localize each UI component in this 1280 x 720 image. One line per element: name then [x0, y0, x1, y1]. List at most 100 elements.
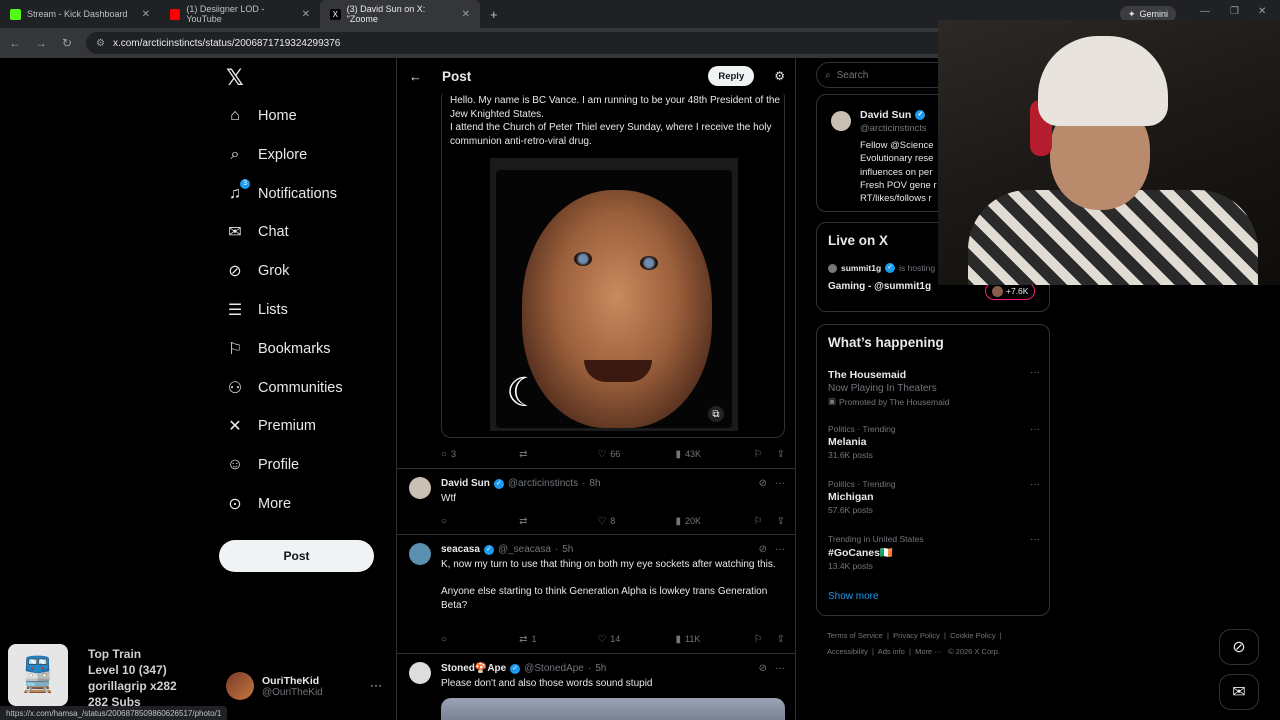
close-window-icon[interactable]: ✕ [1258, 6, 1266, 17]
media-options-icon[interactable]: ⧉ [708, 406, 724, 422]
browser-tab-active[interactable]: X (3) David Sun on X: "Zoome ✕ [320, 0, 480, 28]
left-sidebar: 𝕏 ⌂ Home ⌕ Explore ♫ 3 Notifications ✉ Chat ⊘… [218, 58, 396, 720]
grok-fab-icon[interactable]: ⊘ [1219, 629, 1259, 665]
back-icon[interactable]: ← [8, 36, 22, 50]
promoted-trend[interactable]: The Housemaid Now Playing In Theaters ▣ P… [828, 367, 1040, 407]
reply-image[interactable] [441, 698, 785, 720]
nav-item-more[interactable]: ⊙ More [226, 487, 291, 521]
footer-link[interactable]: Cookie Policy [950, 631, 995, 640]
footer-link[interactable]: Privacy Policy [893, 631, 940, 640]
views-action[interactable]: ▮ 11K [675, 634, 753, 645]
author-name[interactable]: seacasa [441, 544, 480, 555]
share-icon[interactable]: ⇪ [777, 449, 785, 460]
repost-action[interactable]: ⇄ [519, 449, 597, 460]
x-logo-icon[interactable]: 𝕏 [226, 66, 244, 91]
like-count: 66 [610, 449, 621, 459]
more-icon[interactable]: ··· [370, 678, 382, 692]
nav-item-communities[interactable]: ⚇ Communities [226, 371, 343, 405]
url-text: x.com/arcticinstincts/status/20068717193… [112, 37, 341, 49]
nav-label: Premium [258, 418, 317, 434]
post-video[interactable]: ☾ ⧉ [490, 158, 738, 431]
footer-link[interactable]: Terms of Service [827, 631, 883, 640]
new-tab-button[interactable]: + [480, 0, 504, 28]
views-action[interactable]: ▮ 43K [675, 449, 753, 460]
reply-action[interactable]: ○ 3 [441, 449, 519, 460]
bookmark-icon[interactable]: ⚐ [754, 634, 763, 645]
settings-sliders-icon[interactable]: ⚙ [774, 69, 785, 83]
bio-line: Evolutionary rese [860, 153, 934, 165]
close-icon[interactable]: ✕ [462, 9, 470, 20]
quoted-post[interactable]: Hello. My name is BC Vance. I am running… [441, 88, 785, 438]
nav-item-home[interactable]: ⌂ Home [226, 99, 297, 133]
share-icon[interactable]: ⇪ [777, 634, 785, 645]
trend-item[interactable]: Politics · Trending Michigan 57.6K posts… [828, 479, 1040, 515]
browser-tab[interactable]: (1) Desiigner LOD - YouTube ✕ [160, 0, 320, 28]
nav-item-grok[interactable]: ⊘ Grok [226, 254, 289, 288]
bookmark-icon[interactable]: ⚐ [754, 516, 763, 527]
chart-icon: ▮ [675, 633, 681, 645]
post-time: 5h [562, 544, 574, 555]
space-title[interactable]: Gaming - @summit1g [828, 281, 931, 292]
account-switcher[interactable]: OuriTheKid @OuriTheKid ··· [226, 672, 382, 700]
post-button[interactable]: Post [219, 540, 374, 572]
page-title: Post [442, 68, 472, 84]
trend-item[interactable]: Politics · Trending Melania 31.6K posts … [828, 424, 1040, 460]
reply-post[interactable]: Stoned🍄Ape ✓ @StonedApe · 5h ⊘ ··· Pleas… [397, 653, 795, 720]
more-icon[interactable]: ··· [1030, 479, 1040, 490]
more-icon[interactable]: ··· [775, 544, 785, 555]
grok-icon[interactable]: ⊘ [759, 663, 767, 674]
repost-action[interactable]: ⇄ [519, 516, 597, 527]
like-action[interactable]: ♡ 8 [597, 516, 675, 527]
maximize-icon[interactable]: ❐ [1230, 6, 1239, 17]
repost-action[interactable]: ⇄ 1 [519, 634, 597, 645]
more-icon[interactable]: ··· [1030, 367, 1040, 378]
views-action[interactable]: ▮ 20K [675, 516, 753, 527]
reply-action[interactable]: ○ [441, 634, 519, 645]
reply-text: K, now my turn to use that thing on both… [441, 559, 776, 611]
reply-button[interactable]: Reply [708, 66, 755, 86]
trend-count: 13.4K posts [828, 561, 873, 571]
close-icon[interactable]: ✕ [142, 9, 150, 20]
more-icon[interactable]: ··· [775, 478, 785, 489]
like-action[interactable]: ♡ 14 [597, 634, 675, 645]
trend-item[interactable]: Trending in United States #GoCanes🇮🇪 13.… [828, 534, 1040, 571]
notification-badge: 3 [240, 179, 250, 189]
minimize-icon[interactable]: — [1200, 6, 1210, 17]
close-icon[interactable]: ✕ [302, 9, 310, 20]
forward-icon[interactable]: → [34, 36, 48, 50]
nav-item-chat[interactable]: ✉ Chat [226, 215, 288, 249]
browser-tab[interactable]: Stream - Kick Dashboard ✕ [0, 0, 160, 28]
nav-item-profile[interactable]: ☺ Profile [226, 448, 299, 482]
more-icon[interactable]: ··· [1030, 424, 1040, 435]
nav-item-notifications[interactable]: ♫ 3 Notifications [226, 177, 337, 211]
reply-author: David Sun ✓ @arcticinstincts · 8h [441, 478, 601, 489]
reply-post[interactable]: David Sun ✓ @arcticinstincts · 8h ⊘ ··· … [397, 468, 795, 534]
like-action[interactable]: ♡ 66 [597, 449, 675, 460]
nav-label: Home [258, 108, 297, 124]
author-name[interactable]: David Sun [441, 478, 490, 489]
avatar [831, 111, 851, 131]
grok-icon[interactable]: ⊘ [759, 478, 767, 489]
more-icon[interactable]: ··· [775, 663, 785, 674]
reply-action[interactable]: ○ [441, 516, 519, 527]
messages-fab-icon[interactable]: ✉ [1219, 674, 1259, 710]
grok-icon[interactable]: ⊘ [759, 544, 767, 555]
footer-link[interactable]: More ··· [915, 647, 942, 656]
footer-link[interactable]: Ads info [878, 647, 905, 656]
author-name[interactable]: Stoned🍄Ape [441, 663, 506, 674]
share-icon[interactable]: ⇪ [777, 516, 785, 527]
reload-icon[interactable]: ↻ [60, 36, 74, 50]
author-handle: @StonedApe [524, 663, 584, 674]
nav-item-explore[interactable]: ⌕ Explore [226, 138, 308, 172]
nav-item-premium[interactable]: ✕ Premium [226, 409, 316, 443]
nav-item-lists[interactable]: ☰ Lists [226, 293, 288, 327]
site-info-icon[interactable]: ⚙ [96, 38, 105, 49]
reply-post[interactable]: seacasa ✓ @_seacasa · 5h ⊘ ··· K, now my… [397, 534, 795, 653]
footer-link[interactable]: Accessibility [827, 647, 868, 656]
show-more-link[interactable]: Show more [828, 591, 879, 602]
more-icon[interactable]: ··· [1030, 534, 1040, 545]
bookmark-icon[interactable]: ⚐ [754, 449, 763, 460]
promoted-icon: ▣ [828, 396, 837, 406]
nav-item-bookmarks[interactable]: ⚐ Bookmarks [226, 332, 331, 366]
back-arrow-icon[interactable]: ← [409, 69, 422, 84]
